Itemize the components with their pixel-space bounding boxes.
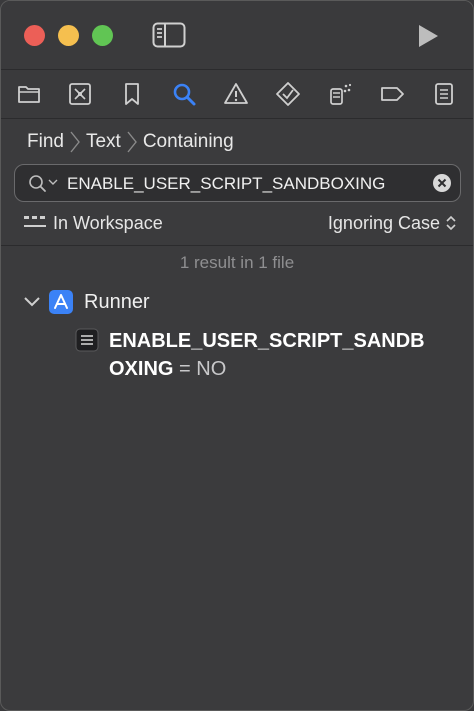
breadcrumb-find[interactable]: Find [27, 131, 64, 153]
scope-icon [24, 216, 46, 227]
source-control-icon[interactable] [67, 81, 93, 107]
divider [1, 245, 473, 246]
run-play-icon[interactable] [415, 23, 441, 49]
folder-icon[interactable] [16, 81, 42, 107]
chevron-right-icon [70, 131, 80, 153]
minimize-window-button[interactable] [58, 25, 79, 46]
breadcrumb-text[interactable]: Text [86, 131, 121, 153]
chevron-down-icon[interactable] [23, 295, 41, 309]
find-mode-breadcrumb: Find Text Containing [27, 129, 234, 155]
report-icon[interactable] [431, 81, 457, 107]
result-match: ENABLE_USER_SCRIPT_SANDBOXING [109, 330, 425, 380]
title-bar [1, 1, 473, 69]
build-setting-icon [75, 328, 99, 352]
search-options-icon[interactable] [28, 173, 62, 193]
scope-selector[interactable]: In Workspace [23, 210, 163, 236]
xcode-project-icon [49, 290, 73, 314]
result-group-runner[interactable]: Runner [23, 288, 150, 316]
sidebar-toggle-icon[interactable] [152, 22, 186, 48]
breakpoint-icon[interactable] [379, 81, 405, 107]
breadcrumb-containing[interactable]: Containing [143, 131, 234, 153]
case-mode-label: Ignoring Case [327, 212, 440, 233]
navigator-selector-bar [1, 69, 473, 119]
test-icon[interactable] [275, 81, 301, 107]
result-value: = NO [173, 358, 227, 380]
debug-icon[interactable] [327, 81, 353, 107]
close-window-button[interactable] [24, 25, 45, 46]
case-sensitivity-selector[interactable]: Ignoring Case [328, 210, 457, 236]
search-field[interactable] [14, 164, 461, 203]
chevron-right-icon [127, 131, 137, 153]
chevron-up-down-icon [446, 215, 456, 231]
search-icon[interactable] [171, 81, 197, 107]
group-label: Runner [84, 290, 150, 313]
bookmark-icon[interactable] [119, 81, 145, 107]
xcode-find-navigator-window: Find Text Containing In [0, 0, 474, 711]
result-text: ENABLE_USER_SCRIPT_SANDBOXING = NO [109, 327, 439, 383]
search-scope-row: In Workspace Ignoring Case [23, 210, 457, 236]
results-summary: 1 result in 1 file [179, 253, 295, 272]
clear-search-icon[interactable] [432, 173, 452, 193]
scope-label: In Workspace [53, 212, 163, 233]
warning-icon[interactable] [223, 81, 249, 107]
search-input[interactable] [65, 165, 429, 203]
zoom-window-button[interactable] [92, 25, 113, 46]
